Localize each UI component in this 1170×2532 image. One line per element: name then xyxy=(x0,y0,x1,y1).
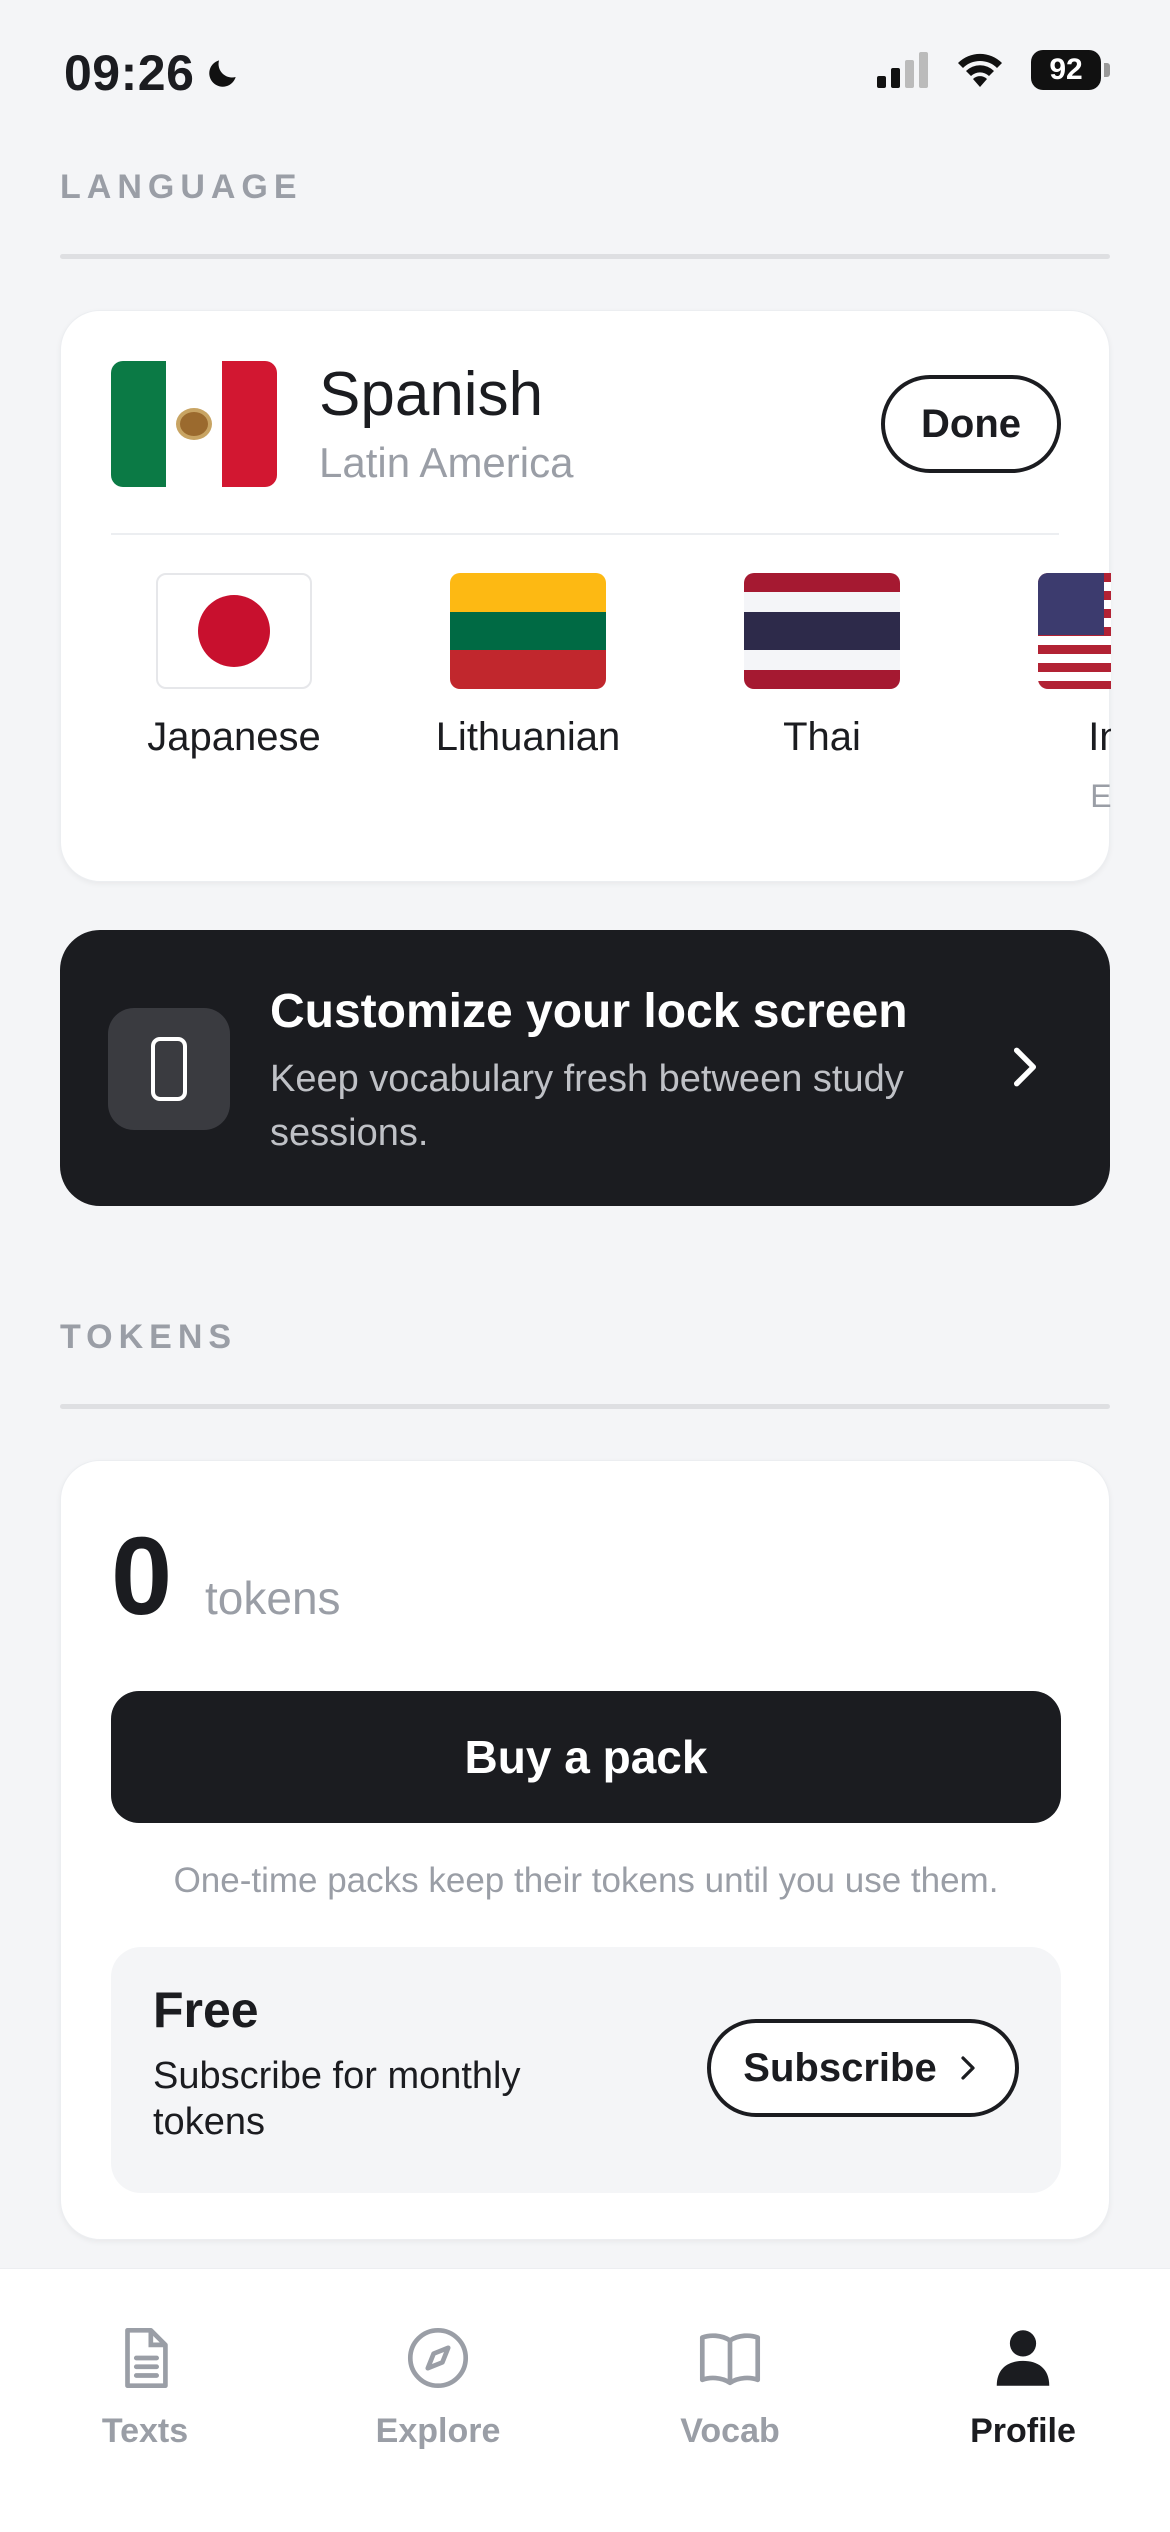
language-option-label: Ing xyxy=(1088,715,1111,759)
language-option-region: EE. xyxy=(1090,778,1111,814)
status-time: 09:26 xyxy=(64,44,242,102)
tab-explore[interactable]: Explore xyxy=(338,2323,538,2451)
document-icon xyxy=(125,2327,168,2389)
plan-box: Free Subscribe for monthly tokens Subscr… xyxy=(111,1947,1061,2193)
language-section-label: LANGUAGE xyxy=(60,168,303,206)
lithuania-flag-icon xyxy=(450,573,606,689)
language-options-scroller[interactable]: Japanese Lithuanian Thai Ing EE. xyxy=(61,573,1111,853)
status-indicators: 92 xyxy=(877,50,1110,90)
tokens-section-divider xyxy=(60,1404,1110,1409)
current-language-region: Latin America xyxy=(319,439,574,486)
promo-title: Customize your lock screen xyxy=(270,985,908,1038)
clock-text: 09:26 xyxy=(64,45,195,101)
person-icon xyxy=(996,2330,1050,2386)
token-count: 0 xyxy=(111,1515,173,1638)
compass-icon xyxy=(407,2327,469,2389)
tokens-section-label: TOKENS xyxy=(60,1318,238,1356)
token-unit-label: tokens xyxy=(205,1572,341,1624)
language-option-japanese[interactable]: Japanese xyxy=(109,573,359,760)
tab-label: Profile xyxy=(970,2412,1076,2450)
chevron-right-icon xyxy=(961,2056,975,2080)
lock-screen-promo-card[interactable]: Customize your lock screen Keep vocabula… xyxy=(60,930,1110,1206)
moon-icon xyxy=(209,60,237,87)
mexico-flag-icon xyxy=(111,361,277,487)
tab-profile[interactable]: Profile xyxy=(923,2323,1123,2451)
wifi-icon xyxy=(958,53,1002,87)
language-option-label: Japanese xyxy=(147,715,321,759)
language-option-label: Thai xyxy=(783,715,861,759)
battery-icon: 92 xyxy=(1031,50,1110,90)
language-card: Spanish Latin America Done Japanese Lith… xyxy=(60,310,1111,882)
japan-flag-icon xyxy=(156,573,312,689)
phone-icon xyxy=(108,1008,230,1130)
cellular-signal-icon xyxy=(877,52,928,88)
chevron-right-icon xyxy=(1013,1047,1037,1087)
language-option-lithuanian[interactable]: Lithuanian xyxy=(403,573,653,760)
tab-label: Explore xyxy=(375,2412,501,2450)
language-section-divider xyxy=(60,254,1110,259)
promo-subtitle: Keep vocabulary fresh between study sess… xyxy=(270,1058,904,1154)
current-language-name: Spanish xyxy=(319,360,544,429)
packs-note: One-time packs keep their tokens until y… xyxy=(173,1861,999,1900)
language-option-thai[interactable]: Thai xyxy=(697,573,947,760)
battery-level: 92 xyxy=(1031,50,1101,90)
buy-pack-button[interactable]: Buy a pack xyxy=(111,1691,1061,1823)
card-divider xyxy=(111,533,1059,535)
usa-flag-icon xyxy=(1038,573,1111,689)
tab-bar: Texts Explore Vocab Profile xyxy=(0,2268,1170,2532)
subscribe-label: Subscribe xyxy=(743,2045,937,2090)
thailand-flag-icon xyxy=(744,573,900,689)
plan-name: Free xyxy=(153,1982,259,2038)
tokens-card: 0 tokens Buy a pack One-time packs keep … xyxy=(60,1460,1110,2240)
language-option-label: Lithuanian xyxy=(435,715,621,759)
done-button[interactable]: Done xyxy=(881,375,1061,473)
language-option-english[interactable]: Ing EE. xyxy=(991,573,1111,815)
plan-description: Subscribe for monthly tokens xyxy=(153,2055,521,2143)
status-bar: 09:26 92 xyxy=(0,0,1170,150)
subscribe-button[interactable]: Subscribe xyxy=(707,2019,1019,2117)
tab-label: Texts xyxy=(101,2412,189,2450)
tab-texts[interactable]: Texts xyxy=(45,2323,245,2451)
tab-vocab[interactable]: Vocab xyxy=(630,2323,830,2451)
tab-label: Vocab xyxy=(680,2412,780,2450)
book-icon xyxy=(699,2333,761,2386)
